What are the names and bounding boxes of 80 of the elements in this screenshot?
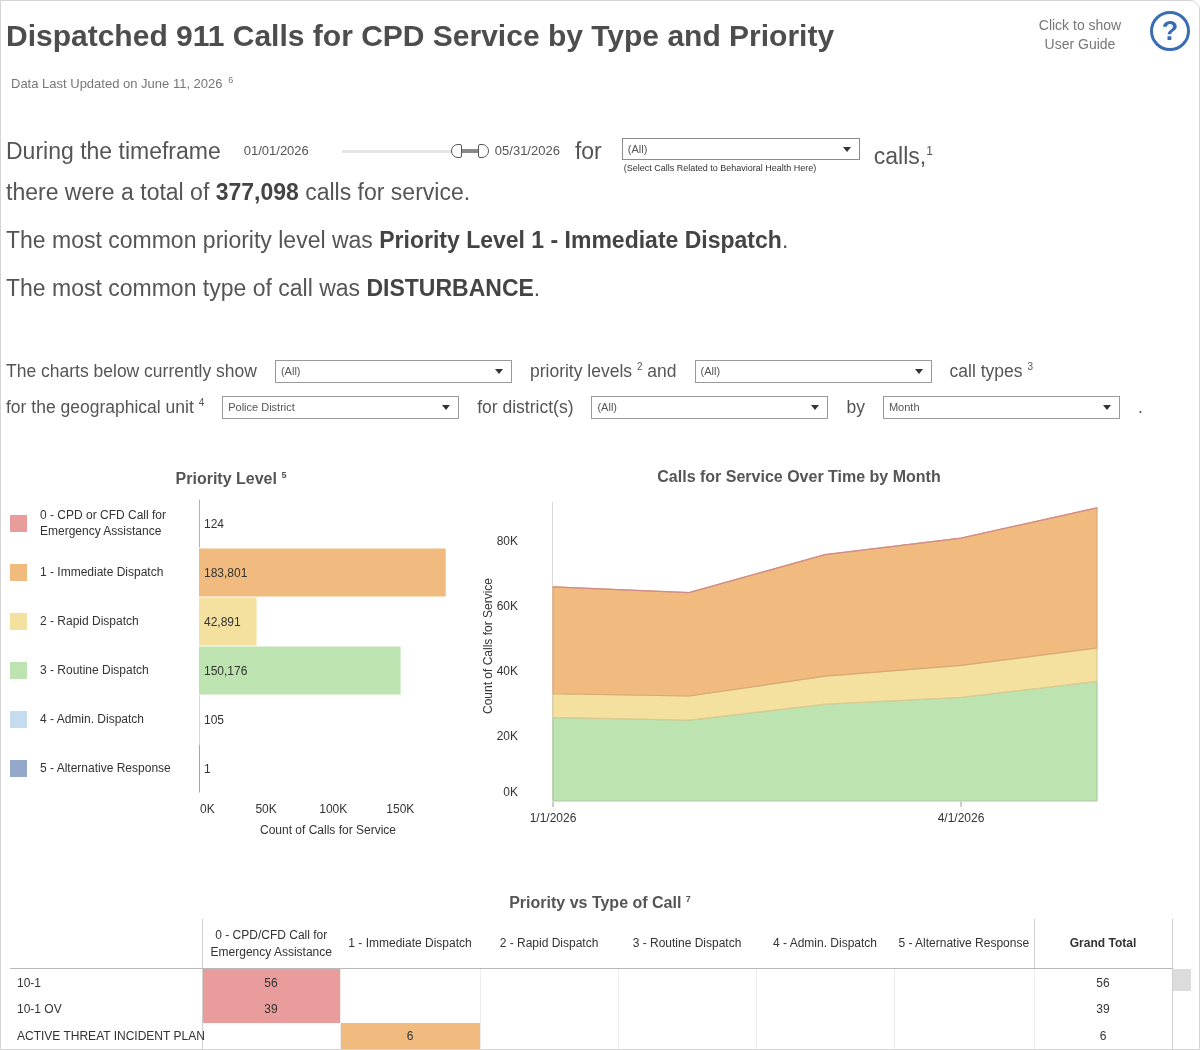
bar-value-label: 183,801 xyxy=(204,565,248,580)
axis-tick-label: 20K xyxy=(496,729,518,744)
filter-text: call types $^{3}$ xyxy=(949,360,1033,382)
column-header: 2 - Rapid Dispatch xyxy=(480,919,618,969)
user-guide-link[interactable]: Click to show User Guide xyxy=(1030,16,1130,54)
axis-title: Count of Calls for Service xyxy=(259,822,397,837)
summary-sentence: there were a total of 377,098 calls for service. xyxy=(6,178,472,207)
filter-text: for the geographical unit $^{4}$ xyxy=(6,396,205,418)
row-header: ACTIVE THREAT INCIDENT PLAN xyxy=(10,1023,202,1049)
axis-tick-label: 80K xyxy=(496,534,518,549)
date-label: 05/31/2026 xyxy=(494,142,560,161)
bar-value-label: 105 xyxy=(204,712,225,727)
legend-label: 1 - Immediate Dispatch xyxy=(40,564,164,581)
column-header: 0 - CPD/CFD Call for Emergency Assistance xyxy=(202,919,340,969)
summary-sentence: The most common type of call was DISTURBANCE. xyxy=(6,274,542,303)
caret-icon xyxy=(811,404,820,410)
column-header: 5 - Alternative Response xyxy=(894,919,1034,969)
caret-icon xyxy=(442,404,451,410)
axis-tick-label: 50K xyxy=(255,801,277,816)
filter-text: . xyxy=(1137,396,1143,418)
table-cell: 39 xyxy=(202,996,340,1023)
table-cell: 56 xyxy=(1034,969,1172,996)
date-label: 01/01/2026 xyxy=(243,142,309,161)
axis-tick-label: 4/1/2026 xyxy=(937,811,985,826)
table-title: Priority vs Type of Call $^{7}$ xyxy=(508,892,692,913)
axis-tick-label: 60K xyxy=(496,599,518,614)
dropdown[interactable]: (All) xyxy=(694,359,932,383)
filter-text: by xyxy=(846,396,865,418)
axis-tick-label: 0K xyxy=(200,801,215,816)
chart-title: Calls for Service Over Time by Month xyxy=(656,467,942,488)
dropdown[interactable]: (All) xyxy=(274,359,512,383)
caret-icon xyxy=(1102,404,1111,410)
caret-icon xyxy=(494,368,503,374)
legend-label: 3 - Routine Dispatch xyxy=(40,662,149,679)
summary-sentence: The most common priority level was Priority Level 1 - Immediate Dispatch. xyxy=(6,226,790,255)
axis-tick-label: 100K xyxy=(319,801,348,816)
column-header: 3 - Routine Dispatch xyxy=(618,919,756,969)
chart-title: Priority Level $^{5}$ xyxy=(174,469,288,490)
legend-label: 2 - Rapid Dispatch xyxy=(40,613,139,630)
filter-text: priority levels $^{2}$ and xyxy=(529,360,677,382)
legend-label: 0 - CPD or CFD Call for Emergency Assistance xyxy=(40,507,168,540)
dropdown-caption: (Select Calls Related to Behavioral Health Here) xyxy=(623,163,818,175)
bar-value-label: 124 xyxy=(204,516,225,531)
caret-icon xyxy=(842,146,851,152)
column-header: 1 - Immediate Dispatch xyxy=(340,919,480,969)
axis-tick-label: 150K xyxy=(386,801,415,816)
summary-text: calls,$^{1}$ xyxy=(873,142,933,170)
summary-text: for xyxy=(574,137,602,166)
help-button[interactable]: ? xyxy=(1150,11,1190,51)
dropdown[interactable]: Month xyxy=(882,395,1120,419)
caret-icon xyxy=(914,368,923,374)
last-updated-text: Data Last Updated on June 11, 2026 $^{6}$ xyxy=(11,74,235,94)
axis-tick-mark xyxy=(960,801,962,808)
bar-value-label: 150,176 xyxy=(204,663,248,678)
bar-value-label: 42,891 xyxy=(204,614,241,629)
dropdown[interactable]: Police District xyxy=(222,395,460,419)
slider-handle[interactable] xyxy=(450,144,462,159)
row-header: 10-1 OV xyxy=(10,996,202,1023)
axis-tick-label: 0K xyxy=(503,785,518,800)
axis-title: Count of Calls for Service xyxy=(481,578,495,715)
column-header: 4 - Admin. Dispatch xyxy=(756,919,894,969)
dropdown[interactable]: (All) xyxy=(591,395,829,419)
table-cell: 56 xyxy=(202,969,340,996)
slider-handle[interactable] xyxy=(477,144,489,159)
axis-tick-label: 40K xyxy=(496,664,518,679)
legend-label: 4 - Admin. Dispatch xyxy=(40,711,145,728)
bar-value-label: 1 xyxy=(204,761,211,776)
legend-label: 5 - Alternative Response xyxy=(40,760,171,777)
summary-text: During the timeframe xyxy=(6,137,221,166)
filter-text: for district(s) xyxy=(477,396,574,418)
column-header: Grand Total xyxy=(1034,919,1172,969)
axis-tick-mark xyxy=(552,801,554,808)
dropdown[interactable]: (All) xyxy=(621,138,860,161)
table-cell: 6 xyxy=(1034,1023,1172,1049)
filter-text: The charts below currently show xyxy=(6,360,257,382)
table-cell: 6 xyxy=(340,1023,480,1049)
table-cell: 39 xyxy=(1034,996,1172,1023)
axis-tick-label: 1/1/2026 xyxy=(529,811,577,826)
dashboard-title: Dispatched 911 Calls for CPD Service by Type and Priority xyxy=(6,18,835,54)
row-header: 10-1 xyxy=(10,969,202,996)
